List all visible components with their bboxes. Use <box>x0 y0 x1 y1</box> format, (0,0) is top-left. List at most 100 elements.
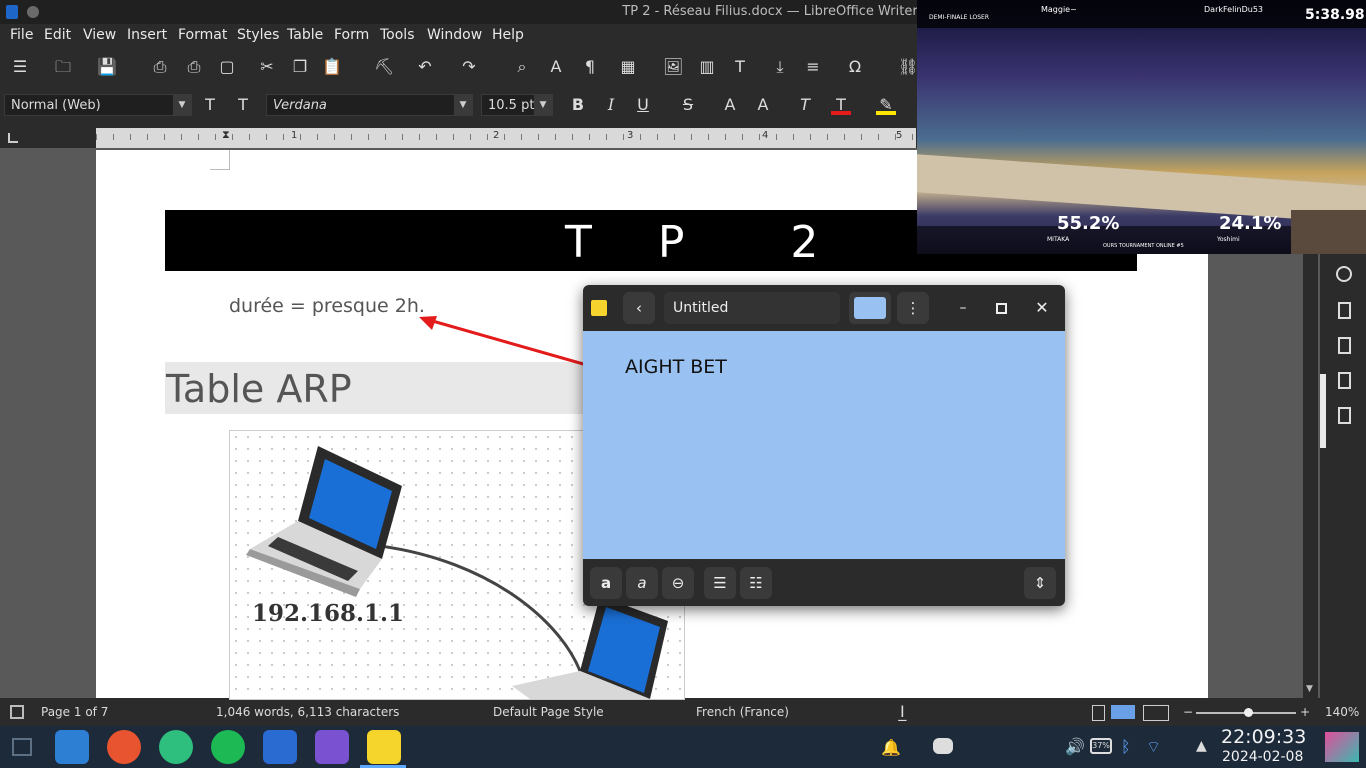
more-options-icon[interactable]: ⋮ <box>897 292 929 324</box>
bold-icon[interactable]: B <box>568 95 588 115</box>
paragraph-style-combo[interactable]: Normal (Web) ▼ <box>4 94 192 116</box>
maximize-button[interactable] <box>996 303 1007 314</box>
back-button[interactable]: ‹ <box>623 292 655 324</box>
multi-page-view-icon[interactable] <box>1111 705 1135 719</box>
insert-chart-icon[interactable]: ▥ <box>697 57 717 77</box>
spelling-icon[interactable]: A <box>546 57 566 77</box>
tray-volume-icon[interactable]: 🔊 <box>1065 737 1085 756</box>
tray-bluetooth-icon[interactable]: ᛒ <box>1121 737 1131 756</box>
writer-icon[interactable] <box>263 730 297 764</box>
scroll-down-icon[interactable]: ▼ <box>1306 684 1313 694</box>
page-icon[interactable] <box>1338 302 1351 319</box>
numbered-list-button[interactable]: ☷ <box>740 567 772 599</box>
clock-date[interactable]: 2024-02-08 <box>1222 749 1303 765</box>
hyperlink-icon[interactable]: ⛓ <box>898 57 918 77</box>
font-color-icon[interactable]: T <box>831 95 851 115</box>
find-replace-icon[interactable]: ⌕ <box>512 57 532 77</box>
menu-view[interactable]: View <box>83 27 116 43</box>
zoom-slider-thumb[interactable] <box>1244 708 1253 717</box>
sidebar-handle[interactable] <box>1320 374 1326 448</box>
tray-discord-icon[interactable] <box>933 738 953 754</box>
home-icon[interactable] <box>12 738 32 756</box>
redo-icon[interactable]: ↷ <box>459 57 479 77</box>
manage-changes-icon[interactable] <box>1338 407 1351 424</box>
menu-table[interactable]: Table <box>287 27 323 43</box>
menu-edit[interactable]: Edit <box>44 27 71 43</box>
insert-textbox-icon[interactable]: T <box>730 57 750 77</box>
page-break-icon[interactable]: ⤓ <box>770 57 790 77</box>
paste-icon[interactable]: 📋 <box>322 57 342 77</box>
video-overlay[interactable]: DEMI-FINALE LOSER Maggie~ DarkFelinDu53 … <box>917 0 1366 254</box>
clock-time[interactable]: 22:09:33 <box>1221 726 1306 748</box>
special-character-icon[interactable]: Ω <box>845 57 865 77</box>
menu-file[interactable]: File <box>10 27 33 43</box>
single-page-view-icon[interactable] <box>1092 705 1105 721</box>
new-style-icon[interactable]: T <box>233 95 253 115</box>
vertical-scrollbar[interactable]: ▼ <box>1303 254 1318 698</box>
insert-image-icon[interactable]: 🖼 <box>663 57 683 77</box>
font-name-combo[interactable]: Verdana ▼ <box>266 94 473 116</box>
bullet-list-button[interactable]: ☰ <box>704 567 736 599</box>
chevron-down-icon[interactable]: ▼ <box>173 95 191 115</box>
close-button[interactable]: ✕ <box>1034 298 1050 317</box>
clear-formatting-icon[interactable]: T <box>795 95 815 115</box>
obsidian-icon[interactable] <box>315 730 349 764</box>
indent-marker[interactable]: ⧗ <box>222 128 232 148</box>
minimize-button[interactable]: – <box>955 300 971 316</box>
page-style[interactable]: Default Page Style <box>493 705 604 719</box>
menu-help[interactable]: Help <box>492 27 524 43</box>
sticky-notes-icon[interactable] <box>367 730 401 764</box>
tray-expand-icon[interactable]: ▲ <box>1196 738 1207 754</box>
insert-field-icon[interactable]: ≡ <box>803 57 823 77</box>
bold-button[interactable]: a <box>590 567 622 599</box>
document-modified-icon[interactable] <box>10 705 24 719</box>
zoom-slider[interactable] <box>1196 708 1296 717</box>
battery-indicator[interactable]: 37% <box>1090 738 1112 754</box>
print-icon[interactable]: ⎙ <box>184 57 204 77</box>
chevron-down-icon[interactable]: ▼ <box>454 95 472 115</box>
font-size-combo[interactable]: 10.5 pt ▼ <box>481 94 553 116</box>
copy-icon[interactable]: ❐ <box>290 57 310 77</box>
tray-wifi-icon[interactable]: ⌔ <box>1146 737 1161 757</box>
tray-notifications-icon[interactable]: 🔔 <box>881 738 901 757</box>
menu-window[interactable]: Window <box>427 27 482 43</box>
undo-icon[interactable]: ↶ <box>415 57 435 77</box>
highlight-color-icon[interactable]: ✎ <box>876 95 896 115</box>
language[interactable]: French (France) <box>696 705 789 719</box>
note-color-picker[interactable] <box>849 292 891 324</box>
formatting-marks-icon[interactable]: ¶ <box>580 57 600 77</box>
book-view-icon[interactable] <box>1143 705 1169 721</box>
save-icon[interactable]: 💾 <box>97 57 117 77</box>
print-preview-icon[interactable]: ▢ <box>217 57 237 77</box>
menu-form[interactable]: Form <box>334 27 369 43</box>
navigator-icon[interactable] <box>1336 266 1352 282</box>
insert-table-icon[interactable]: ▦ <box>618 57 638 77</box>
strikethrough-button[interactable]: ⊖ <box>662 567 694 599</box>
sidebar-toggle-icon[interactable]: ☰ <box>10 57 30 77</box>
zoom-in-button[interactable]: + <box>1300 705 1310 719</box>
word-count[interactable]: 1,046 words, 6,113 characters <box>216 705 399 719</box>
menu-insert[interactable]: Insert <box>127 27 167 43</box>
update-style-icon[interactable]: T <box>200 95 220 115</box>
italic-button[interactable]: a <box>626 567 658 599</box>
element-icon[interactable] <box>159 730 193 764</box>
zoom-level[interactable]: 140% <box>1325 705 1359 719</box>
menu-tools[interactable]: Tools <box>380 27 415 43</box>
strikethrough-icon[interactable]: S <box>678 95 698 115</box>
menu-styles[interactable]: Styles <box>237 27 279 43</box>
subscript-icon[interactable]: A <box>753 95 773 115</box>
superscript-icon[interactable]: A <box>720 95 740 115</box>
note-title-field[interactable]: Untitled <box>664 292 840 324</box>
open-folder-icon[interactable]: 🗀 <box>53 57 73 77</box>
text-size-button[interactable]: ⇕ <box>1024 567 1056 599</box>
clone-formatting-icon[interactable]: ⛏ <box>374 57 394 77</box>
note-color-icon[interactable] <box>591 300 607 316</box>
export-pdf-icon[interactable]: ⎙ <box>150 57 170 77</box>
italic-icon[interactable]: I <box>601 95 621 115</box>
underline-icon[interactable]: U <box>633 95 653 115</box>
file-manager-icon[interactable] <box>55 730 89 764</box>
spotify-icon[interactable] <box>211 730 245 764</box>
note-editor[interactable]: AIGHT BET <box>583 331 1065 559</box>
style-inspector-icon[interactable] <box>1338 372 1351 389</box>
menu-format[interactable]: Format <box>178 27 227 43</box>
